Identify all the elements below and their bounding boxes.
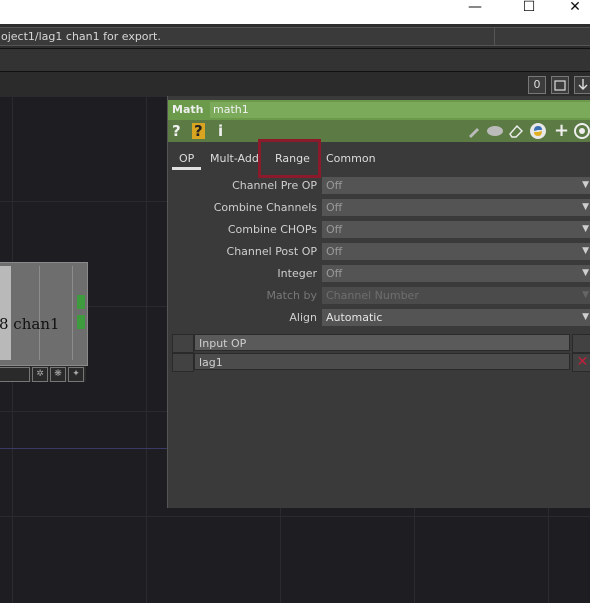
dropdown-arrow-icon: ▼ bbox=[582, 268, 589, 278]
param-label: Match by bbox=[266, 289, 317, 302]
dropdown-arrow-icon: ▼ bbox=[582, 246, 589, 256]
param-label: Align bbox=[289, 311, 317, 324]
maximize-button[interactable]: ☐ bbox=[506, 0, 552, 24]
add-icon[interactable]: + bbox=[554, 122, 569, 140]
window-icon[interactable] bbox=[551, 76, 569, 94]
remove-input-icon[interactable]: ✕ bbox=[572, 353, 590, 372]
chop-node[interactable]: 8 chan1 bbox=[0, 262, 88, 366]
python-help-icon[interactable]: ? bbox=[192, 123, 205, 139]
channel-pre-op-menu[interactable]: Off ▼ bbox=[322, 177, 590, 194]
param-label: Channel Post OP bbox=[226, 245, 317, 258]
param-row-align: Align Automatic ▼ bbox=[168, 308, 590, 328]
info-icon[interactable]: i bbox=[218, 123, 223, 139]
status-field-secondary[interactable] bbox=[494, 27, 590, 46]
param-value: Off bbox=[326, 223, 343, 236]
range-tab-highlight bbox=[258, 139, 321, 178]
combine-channels-menu[interactable]: Off ▼ bbox=[322, 199, 590, 216]
table-header-cell: Input OP bbox=[194, 334, 570, 351]
node-divider bbox=[72, 266, 73, 360]
python-icon[interactable] bbox=[529, 122, 547, 140]
param-row-combine-channels: Combine Channels Off ▼ bbox=[168, 198, 590, 218]
row-handle[interactable] bbox=[172, 353, 194, 372]
dropdown-arrow-icon: ▼ bbox=[582, 180, 589, 190]
param-value: Off bbox=[326, 267, 343, 280]
table-header: Input OP bbox=[172, 334, 590, 353]
panel-header: Math math1 bbox=[168, 100, 590, 120]
param-value: Automatic bbox=[326, 311, 383, 324]
combine-chops-menu[interactable]: Off ▼ bbox=[322, 221, 590, 238]
align-menu[interactable]: Automatic ▼ bbox=[322, 309, 590, 326]
status-message: oject1/lag1 chan1 for export. bbox=[0, 27, 496, 46]
window-title-bar: — ☐ ✕ bbox=[0, 0, 590, 24]
tab-op[interactable]: OP bbox=[172, 152, 202, 170]
param-value: Channel Number bbox=[326, 289, 419, 302]
param-row-channel-pre-op: Channel Pre OP Off ▼ bbox=[168, 176, 590, 196]
help-icon[interactable]: ? bbox=[172, 123, 181, 139]
param-value: Off bbox=[326, 179, 343, 192]
tab-mult-add[interactable]: Mult-Add bbox=[210, 152, 258, 165]
comment-icon[interactable] bbox=[486, 123, 504, 139]
input-op-cell[interactable]: lag1 bbox=[194, 353, 570, 370]
param-value: Off bbox=[326, 201, 343, 214]
node-name-field[interactable] bbox=[0, 367, 30, 382]
tab-common[interactable]: Common bbox=[326, 152, 376, 165]
parameter-panel: Math math1 ? ? i + OP Mult-Add Range Com… bbox=[167, 96, 590, 508]
table-header-end bbox=[572, 334, 590, 353]
pane-count[interactable]: 0 bbox=[528, 76, 546, 94]
node-viewer-strip bbox=[0, 266, 11, 360]
op-name-field[interactable]: math1 bbox=[210, 102, 590, 118]
dropdown-arrow-icon: ▼ bbox=[582, 224, 589, 234]
param-row-channel-post-op: Channel Post OP Off ▼ bbox=[168, 242, 590, 262]
window-glyph-icon bbox=[554, 80, 566, 91]
op-type-label: Math bbox=[172, 103, 204, 116]
param-row-integer: Integer Off ▼ bbox=[168, 264, 590, 284]
node-output-connector[interactable] bbox=[77, 315, 85, 329]
node-label: 8 chan1 bbox=[0, 315, 60, 333]
table-corner bbox=[172, 334, 194, 353]
param-row-match-by: Match by Channel Number ▼ bbox=[168, 286, 590, 306]
channel-post-op-menu[interactable]: Off ▼ bbox=[322, 243, 590, 260]
integer-menu[interactable]: Off ▼ bbox=[322, 265, 590, 282]
table-row: lag1 ✕ bbox=[172, 353, 590, 372]
node-lock-flag-icon[interactable]: ❋ bbox=[50, 367, 66, 382]
param-label: Integer bbox=[277, 267, 317, 280]
node-bypass-flag-icon[interactable]: ✲ bbox=[32, 367, 48, 382]
download-icon[interactable] bbox=[574, 76, 590, 94]
target-icon[interactable] bbox=[573, 122, 590, 140]
close-button[interactable]: ✕ bbox=[552, 0, 590, 24]
eraser-icon[interactable] bbox=[508, 123, 524, 139]
param-value: Off bbox=[326, 245, 343, 258]
pane-bar bbox=[0, 49, 590, 72]
node-flags-bar: ✲ ❋ ✦ bbox=[0, 366, 86, 382]
network-toolbar: 0 bbox=[0, 72, 590, 97]
node-output-connector[interactable] bbox=[77, 295, 85, 309]
node-divider bbox=[39, 266, 40, 360]
match-by-menu: Channel Number ▼ bbox=[322, 287, 590, 304]
param-label: Combine Channels bbox=[213, 201, 317, 214]
panel-icon-row: ? ? i + bbox=[168, 120, 590, 142]
status-bar: oject1/lag1 chan1 for export. bbox=[0, 24, 590, 49]
edit-icon[interactable] bbox=[466, 123, 482, 139]
node-display-flag-icon[interactable]: ✦ bbox=[68, 367, 84, 382]
dropdown-arrow-icon: ▼ bbox=[582, 312, 589, 322]
dropdown-arrow-icon: ▼ bbox=[582, 202, 589, 212]
param-label: Channel Pre OP bbox=[232, 179, 317, 192]
minimize-button[interactable]: — bbox=[452, 0, 498, 24]
param-row-combine-chops: Combine CHOPs Off ▼ bbox=[168, 220, 590, 240]
param-label: Combine CHOPs bbox=[227, 223, 317, 236]
dropdown-arrow-icon: ▼ bbox=[582, 290, 589, 300]
parameter-tabs: OP Mult-Add Range Common bbox=[168, 142, 590, 170]
arrow-down-icon bbox=[578, 79, 588, 90]
